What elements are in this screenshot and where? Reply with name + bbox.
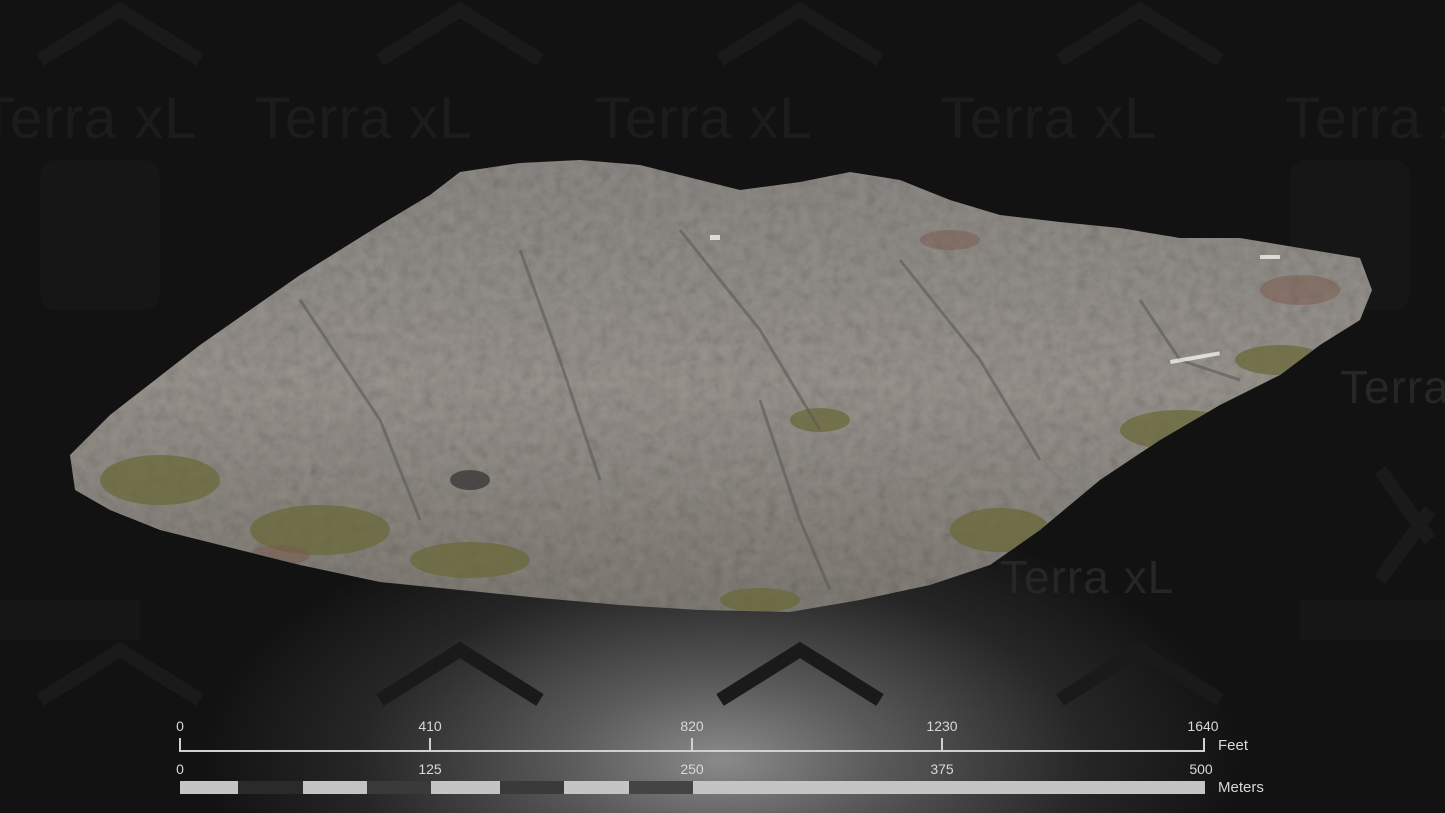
meters-scale-segment (367, 781, 431, 794)
feet-tick-label: 820 (680, 718, 704, 734)
terrain-surface (70, 160, 1372, 612)
feet-tick (691, 738, 693, 752)
feet-unit-label: Feet (1218, 737, 1249, 754)
meters-scale-segment (238, 781, 303, 794)
meters-unit-label: Meters (1218, 779, 1264, 796)
map-viewport[interactable]: Terra xL Terra xL Terra xL Terra xL Terr… (0, 0, 1445, 813)
meters-tick-label: 0 (176, 761, 184, 777)
meters-scale-segment (629, 781, 693, 794)
feet-tick-label: 410 (418, 718, 442, 734)
meters-tick-label: 500 (1189, 761, 1213, 777)
feet-tick-label: 1230 (926, 718, 958, 734)
feet-tick (1203, 738, 1205, 752)
meters-tick-label: 375 (930, 761, 954, 777)
meters-tick-label: 250 (680, 761, 704, 777)
feet-tick (429, 738, 431, 752)
feet-tick-label: 1640 (1187, 718, 1219, 734)
feet-tick (179, 738, 181, 752)
meters-tick-label: 125 (418, 761, 442, 777)
feet-tick (941, 738, 943, 752)
scale-bar (0, 700, 1445, 813)
feet-tick-label: 0 (176, 718, 184, 734)
terrain-model[interactable] (0, 0, 1445, 813)
meters-scale-segment (500, 781, 564, 794)
